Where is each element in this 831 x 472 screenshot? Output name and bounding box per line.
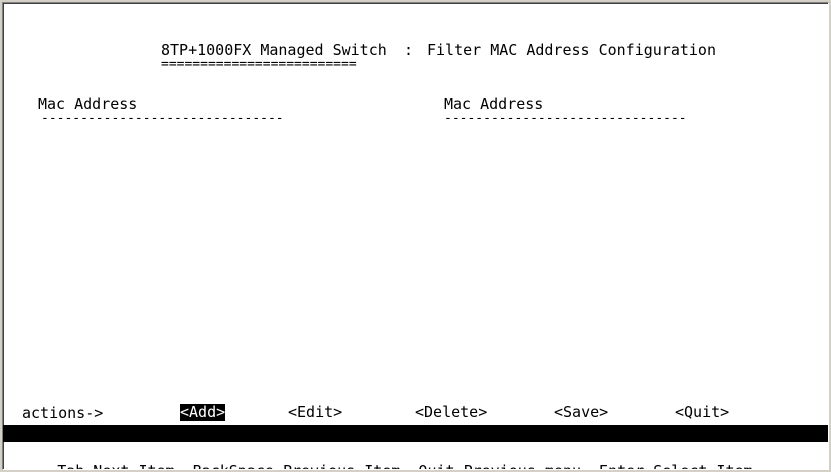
status-bar: Add/Edit/Delete filter MAC addresses. <box>3 425 828 459</box>
left-column-header: Mac Address <box>38 95 138 113</box>
mac-address-list <box>38 129 798 399</box>
key-help-bar: Tab=Next Item BackSpace=Previous Item Qu… <box>3 444 828 469</box>
right-column-header: Mac Address <box>444 95 544 113</box>
delete-button[interactable]: <Delete> <box>415 404 487 421</box>
actions-label: actions-> <box>22 404 104 422</box>
terminal-window: 8TP+1000FX Managed Switch : Filter MAC A… <box>0 0 831 472</box>
left-column-rule: ------------------------------- <box>41 114 284 124</box>
quit-button[interactable]: <Quit> <box>675 404 729 421</box>
save-button[interactable]: <Save> <box>554 404 608 421</box>
right-column-rule: ------------------------------- <box>444 114 687 124</box>
terminal-screen: 8TP+1000FX Managed Switch : Filter MAC A… <box>2 2 829 470</box>
add-button[interactable]: <Add> <box>180 404 226 421</box>
title-underline: ========================= <box>161 60 357 70</box>
key-help-text: Tab=Next Item BackSpace=Previous Item Qu… <box>57 462 752 469</box>
edit-button[interactable]: <Edit> <box>288 404 342 421</box>
title-separator: : <box>395 41 423 59</box>
screen-title: Filter MAC Address Configuration <box>427 41 716 59</box>
device-name: 8TP+1000FX Managed Switch <box>161 41 387 59</box>
